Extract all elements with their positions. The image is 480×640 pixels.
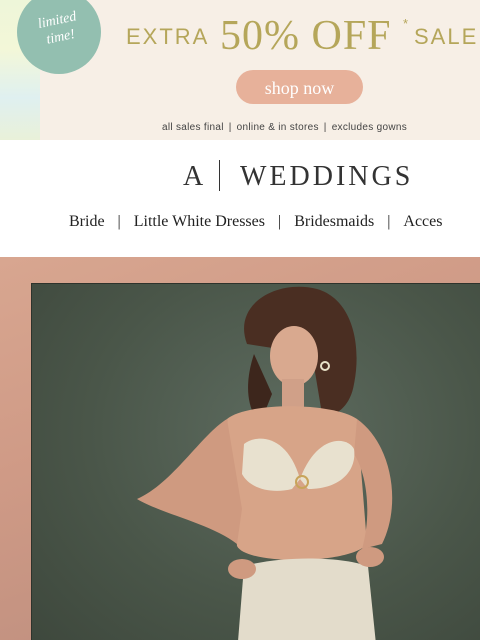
headline-sale: SALE bbox=[414, 24, 479, 49]
brand-divider bbox=[219, 160, 220, 191]
nav-separator: | bbox=[117, 213, 121, 230]
hero-banner[interactable] bbox=[0, 257, 480, 640]
headline-extra: EXTRA bbox=[126, 24, 210, 49]
disclaimer-separator: | bbox=[323, 122, 327, 133]
nav-separator: | bbox=[277, 213, 282, 230]
shop-now-button[interactable]: shop now bbox=[236, 70, 363, 104]
model-lace-skirt bbox=[238, 558, 376, 640]
disclaimer-separator: | bbox=[228, 122, 232, 133]
nav-item-little-white-dresses[interactable]: Little White Dresses bbox=[134, 213, 265, 231]
headline-asterisk: * bbox=[403, 16, 409, 31]
brand-logo[interactable]: A WEDDINGS bbox=[0, 160, 480, 192]
category-nav: Bride | Little White Dresses | Bridesmaids | A… bbox=[69, 213, 442, 231]
disclaimer-item: all sales final bbox=[162, 122, 224, 133]
model-neck bbox=[282, 379, 304, 409]
promo-banner[interactable]: limited time! EXTRA 50% OFF * SALE shop … bbox=[0, 0, 480, 140]
sale-disclaimer: all sales final | online & in stores | exclu… bbox=[162, 122, 407, 133]
brand-name: WEDDINGS bbox=[240, 161, 414, 192]
nav-separator: | bbox=[387, 213, 391, 230]
nav-item-bride[interactable]: Bride bbox=[69, 213, 105, 231]
hero-photo bbox=[31, 283, 480, 640]
brand-mark: A bbox=[183, 161, 204, 192]
nav-item-accessories[interactable]: Acces bbox=[403, 213, 442, 231]
model-illustration bbox=[137, 286, 393, 640]
limited-time-badge: limited time! bbox=[17, 0, 101, 74]
disclaimer-item: excludes gowns bbox=[331, 122, 408, 133]
model-left-arm bbox=[137, 419, 242, 544]
sale-headline: EXTRA 50% OFF * SALE bbox=[126, 13, 480, 64]
nav-item-bridesmaids[interactable]: Bridesmaids bbox=[294, 213, 374, 231]
headline-discount: 50% OFF bbox=[220, 13, 392, 59]
model-hand bbox=[228, 559, 256, 579]
disclaimer-item: online & in stores bbox=[236, 122, 319, 133]
model-face bbox=[270, 326, 318, 386]
